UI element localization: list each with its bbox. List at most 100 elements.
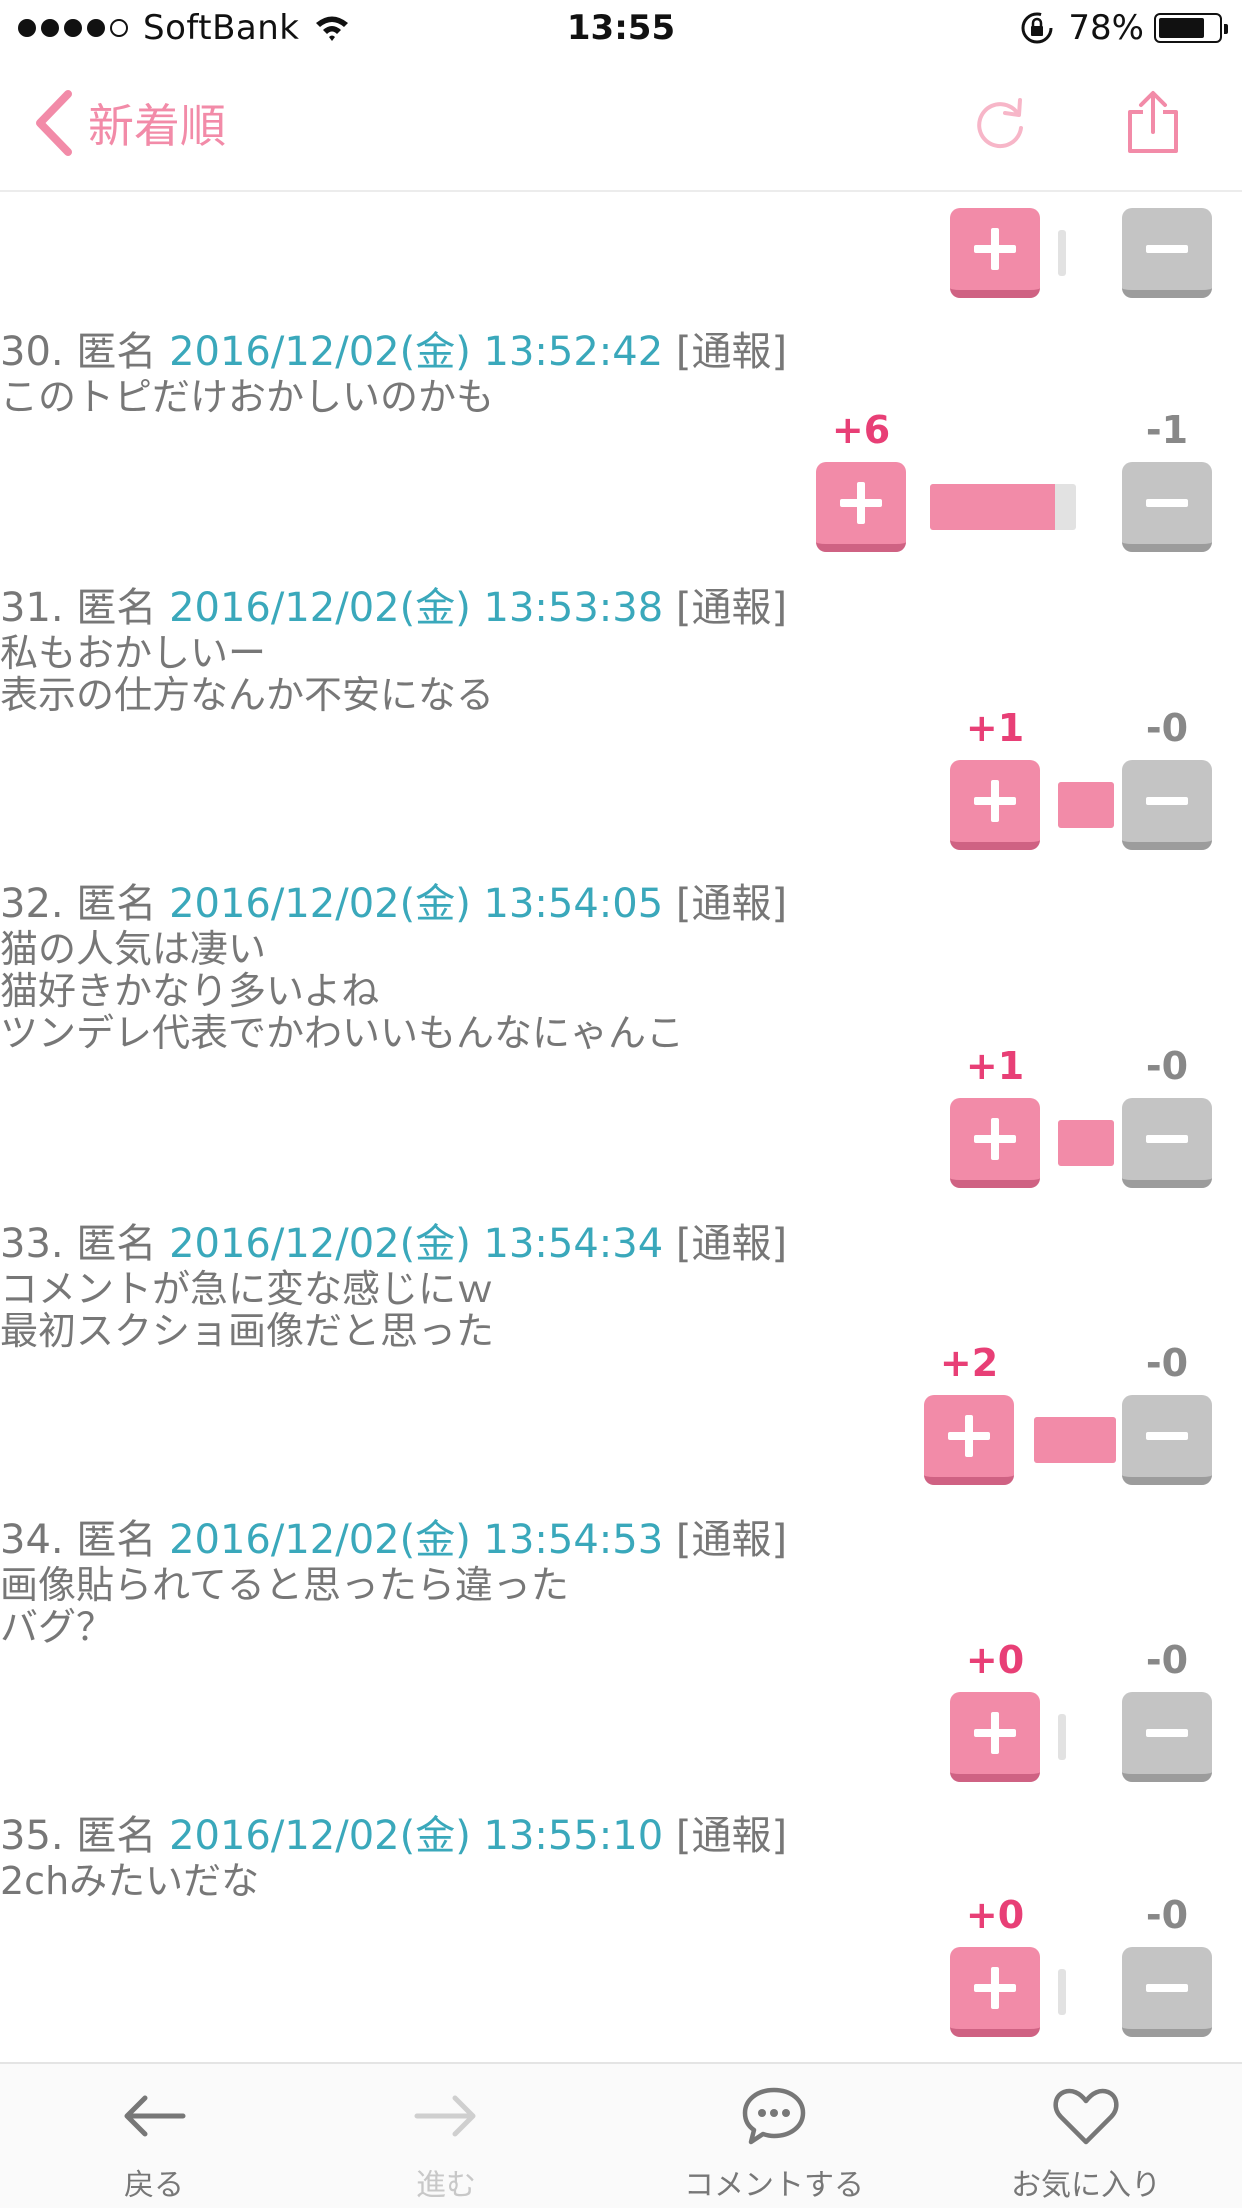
comment-text: コメントが急に変な感じにｗ 最初スクショ画像だと思った (0, 1267, 495, 1353)
comment-item: 35. 匿名 2016/12/02(金) 13:55:10 [通報] 2chみた… (0, 1812, 1242, 1902)
plus-button[interactable] (950, 1692, 1040, 1782)
vote-row: +2 -0 (712, 1341, 1212, 1501)
report-link[interactable]: [通報] (676, 329, 787, 375)
arrow-right-icon (414, 2095, 476, 2137)
minus-count: -0 (1145, 1893, 1189, 1937)
report-link[interactable]: [通報] (676, 1813, 787, 1859)
back-tool-label: 戻る (124, 2168, 184, 2203)
comment-text: 私もおかしいー 表示の仕方なんか不安になる (0, 631, 495, 717)
comment-header: 33. 匿名 2016/12/02(金) 13:54:34 [通報] (0, 1220, 1242, 1268)
comment-number: 31. (0, 585, 64, 631)
share-icon[interactable] (1126, 90, 1180, 154)
vote-bar (930, 484, 1076, 530)
minus-button[interactable] (1122, 1692, 1212, 1782)
plus-button[interactable] (950, 760, 1040, 850)
minus-button[interactable] (1122, 462, 1212, 552)
rotation-lock-icon (1021, 12, 1053, 44)
comment-date: 2016/12/02(金) 13:54:05 (169, 881, 664, 927)
report-link[interactable]: [通報] (676, 881, 787, 927)
vote-bar (1058, 230, 1066, 276)
minus-count: -0 (1145, 1341, 1189, 1385)
minus-button[interactable] (1122, 760, 1212, 850)
battery-percent: 78% (1068, 8, 1144, 48)
comment-date: 2016/12/02(金) 13:54:53 (169, 1517, 664, 1563)
comment-tool-button[interactable]: コメントする (624, 2064, 924, 2210)
vote-row: +6 -1 (712, 408, 1212, 568)
minus-count: -0 (1145, 1044, 1189, 1088)
vote-row: +0 -0 (712, 1893, 1212, 2053)
plus-button[interactable] (816, 462, 906, 552)
forward-tool-button[interactable]: 進む (296, 2064, 596, 2210)
bottom-toolbar: 戻る 進む コメントする お気に入り (0, 2062, 1242, 2208)
nav-bar: 新着順 (0, 60, 1242, 192)
comment-header: 34. 匿名 2016/12/02(金) 13:54:53 [通報] (0, 1516, 1242, 1564)
forward-tool-label: 進む (416, 2168, 476, 2203)
comment-date: 2016/12/02(金) 13:55:10 (169, 1813, 664, 1859)
comment-number: 32. (0, 881, 64, 927)
comment-header: 35. 匿名 2016/12/02(金) 13:55:10 [通報] (0, 1812, 1242, 1860)
battery-icon (1154, 13, 1228, 43)
vote-bar (1058, 1969, 1066, 2015)
heart-icon (1053, 2088, 1119, 2145)
plus-count: +0 (965, 1893, 1025, 1937)
minus-count: -1 (1145, 408, 1189, 452)
plus-button[interactable] (950, 208, 1040, 298)
vote-row-top (712, 208, 1212, 308)
vote-row: +1 -0 (712, 1044, 1212, 1204)
comment-text: 画像貼られてると思ったら違った バグ？ (0, 1563, 569, 1649)
comment-text: 猫の人気は凄い 猫好きかなり多いよね ツンデレ代表でかわいいもんなにゃんこ (0, 927, 685, 1055)
report-link[interactable]: [通報] (676, 1221, 787, 1267)
comment-header: 30. 匿名 2016/12/02(金) 13:52:42 [通報] (0, 328, 1242, 376)
vote-bar (1034, 1417, 1116, 1463)
plus-button[interactable] (950, 1098, 1040, 1188)
comment-header: 32. 匿名 2016/12/02(金) 13:54:05 [通報] (0, 880, 1242, 928)
plus-count: +2 (939, 1341, 999, 1385)
comment-author: 匿名 (76, 881, 157, 927)
comment-tool-label: コメントする (684, 2168, 864, 2203)
status-right: 78% (1020, 8, 1228, 48)
comment-item: 31. 匿名 2016/12/02(金) 13:53:38 [通報] 私もおかし… (0, 584, 1242, 716)
back-button[interactable]: 新着順 (34, 90, 226, 156)
refresh-icon[interactable] (974, 92, 1028, 152)
comment-item: 33. 匿名 2016/12/02(金) 13:54:34 [通報] コメントが… (0, 1220, 1242, 1352)
comment-date: 2016/12/02(金) 13:54:34 (169, 1221, 664, 1267)
vote-bar (1058, 1714, 1066, 1760)
minus-button[interactable] (1122, 208, 1212, 298)
vote-row: +1 -0 (712, 706, 1212, 866)
comment-header: 31. 匿名 2016/12/02(金) 13:53:38 [通報] (0, 584, 1242, 632)
comment-author: 匿名 (76, 1813, 157, 1859)
comment-author: 匿名 (76, 1221, 157, 1267)
comment-number: 33. (0, 1221, 64, 1267)
report-link[interactable]: [通報] (676, 585, 787, 631)
comment-item: 34. 匿名 2016/12/02(金) 13:54:53 [通報] 画像貼られ… (0, 1516, 1242, 1648)
plus-count: +6 (831, 408, 891, 452)
minus-button[interactable] (1122, 1395, 1212, 1485)
plus-button[interactable] (950, 1947, 1040, 2037)
back-label: 新着順 (88, 99, 226, 153)
favorite-tool-label: お気に入り (1011, 2168, 1161, 2203)
arrow-left-icon (124, 2095, 186, 2137)
vote-bar (1058, 1120, 1114, 1166)
minus-count: -0 (1145, 706, 1189, 750)
minus-button[interactable] (1122, 1098, 1212, 1188)
minus-count: -0 (1145, 1638, 1189, 1682)
comment-author: 匿名 (76, 585, 157, 631)
comment-author: 匿名 (76, 329, 157, 375)
comment-list[interactable]: 30. 匿名 2016/12/02(金) 13:52:42 [通報] このトピだ… (0, 192, 1242, 2062)
plus-count: +0 (965, 1638, 1025, 1682)
plus-count: +1 (965, 1044, 1025, 1088)
favorite-tool-button[interactable]: お気に入り (936, 2064, 1236, 2210)
comment-number: 34. (0, 1517, 64, 1563)
comment-date: 2016/12/02(金) 13:53:38 (169, 585, 664, 631)
vote-bar (1058, 782, 1114, 828)
comment-number: 35. (0, 1813, 64, 1859)
comment-date: 2016/12/02(金) 13:52:42 (169, 329, 664, 375)
plus-button[interactable] (924, 1395, 1014, 1485)
back-tool-button[interactable]: 戻る (4, 2064, 304, 2210)
comment-item: 30. 匿名 2016/12/02(金) 13:52:42 [通報] このトピだ… (0, 328, 1242, 418)
report-link[interactable]: [通報] (676, 1517, 787, 1563)
chevron-left-icon (36, 90, 72, 156)
minus-button[interactable] (1122, 1947, 1212, 2037)
status-bar: SoftBank 13:55 78% (0, 0, 1242, 60)
comment-number: 30. (0, 329, 64, 375)
